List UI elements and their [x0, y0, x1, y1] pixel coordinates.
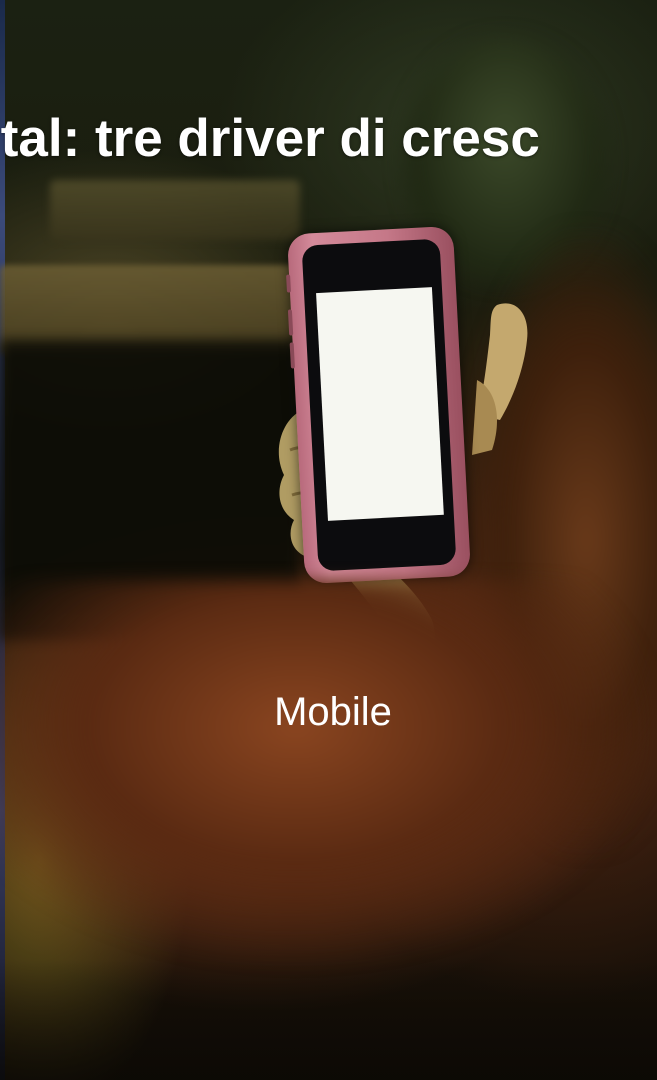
phone-volume-button	[287, 309, 294, 336]
seat-back	[50, 180, 300, 240]
blurred-shoulder	[0, 580, 657, 1000]
phone-volume-button	[289, 342, 295, 369]
slide-caption: Mobile	[274, 690, 392, 734]
smartphone	[286, 225, 472, 585]
slide-title: ital: tre driver di cresc	[0, 109, 540, 168]
phone-screen	[316, 287, 444, 521]
bottom-shade	[0, 960, 657, 1080]
phone-side-button	[286, 274, 291, 293]
phone-bezel	[301, 238, 457, 572]
slide: ital: tre driver di cresc Mobile	[0, 0, 657, 1080]
